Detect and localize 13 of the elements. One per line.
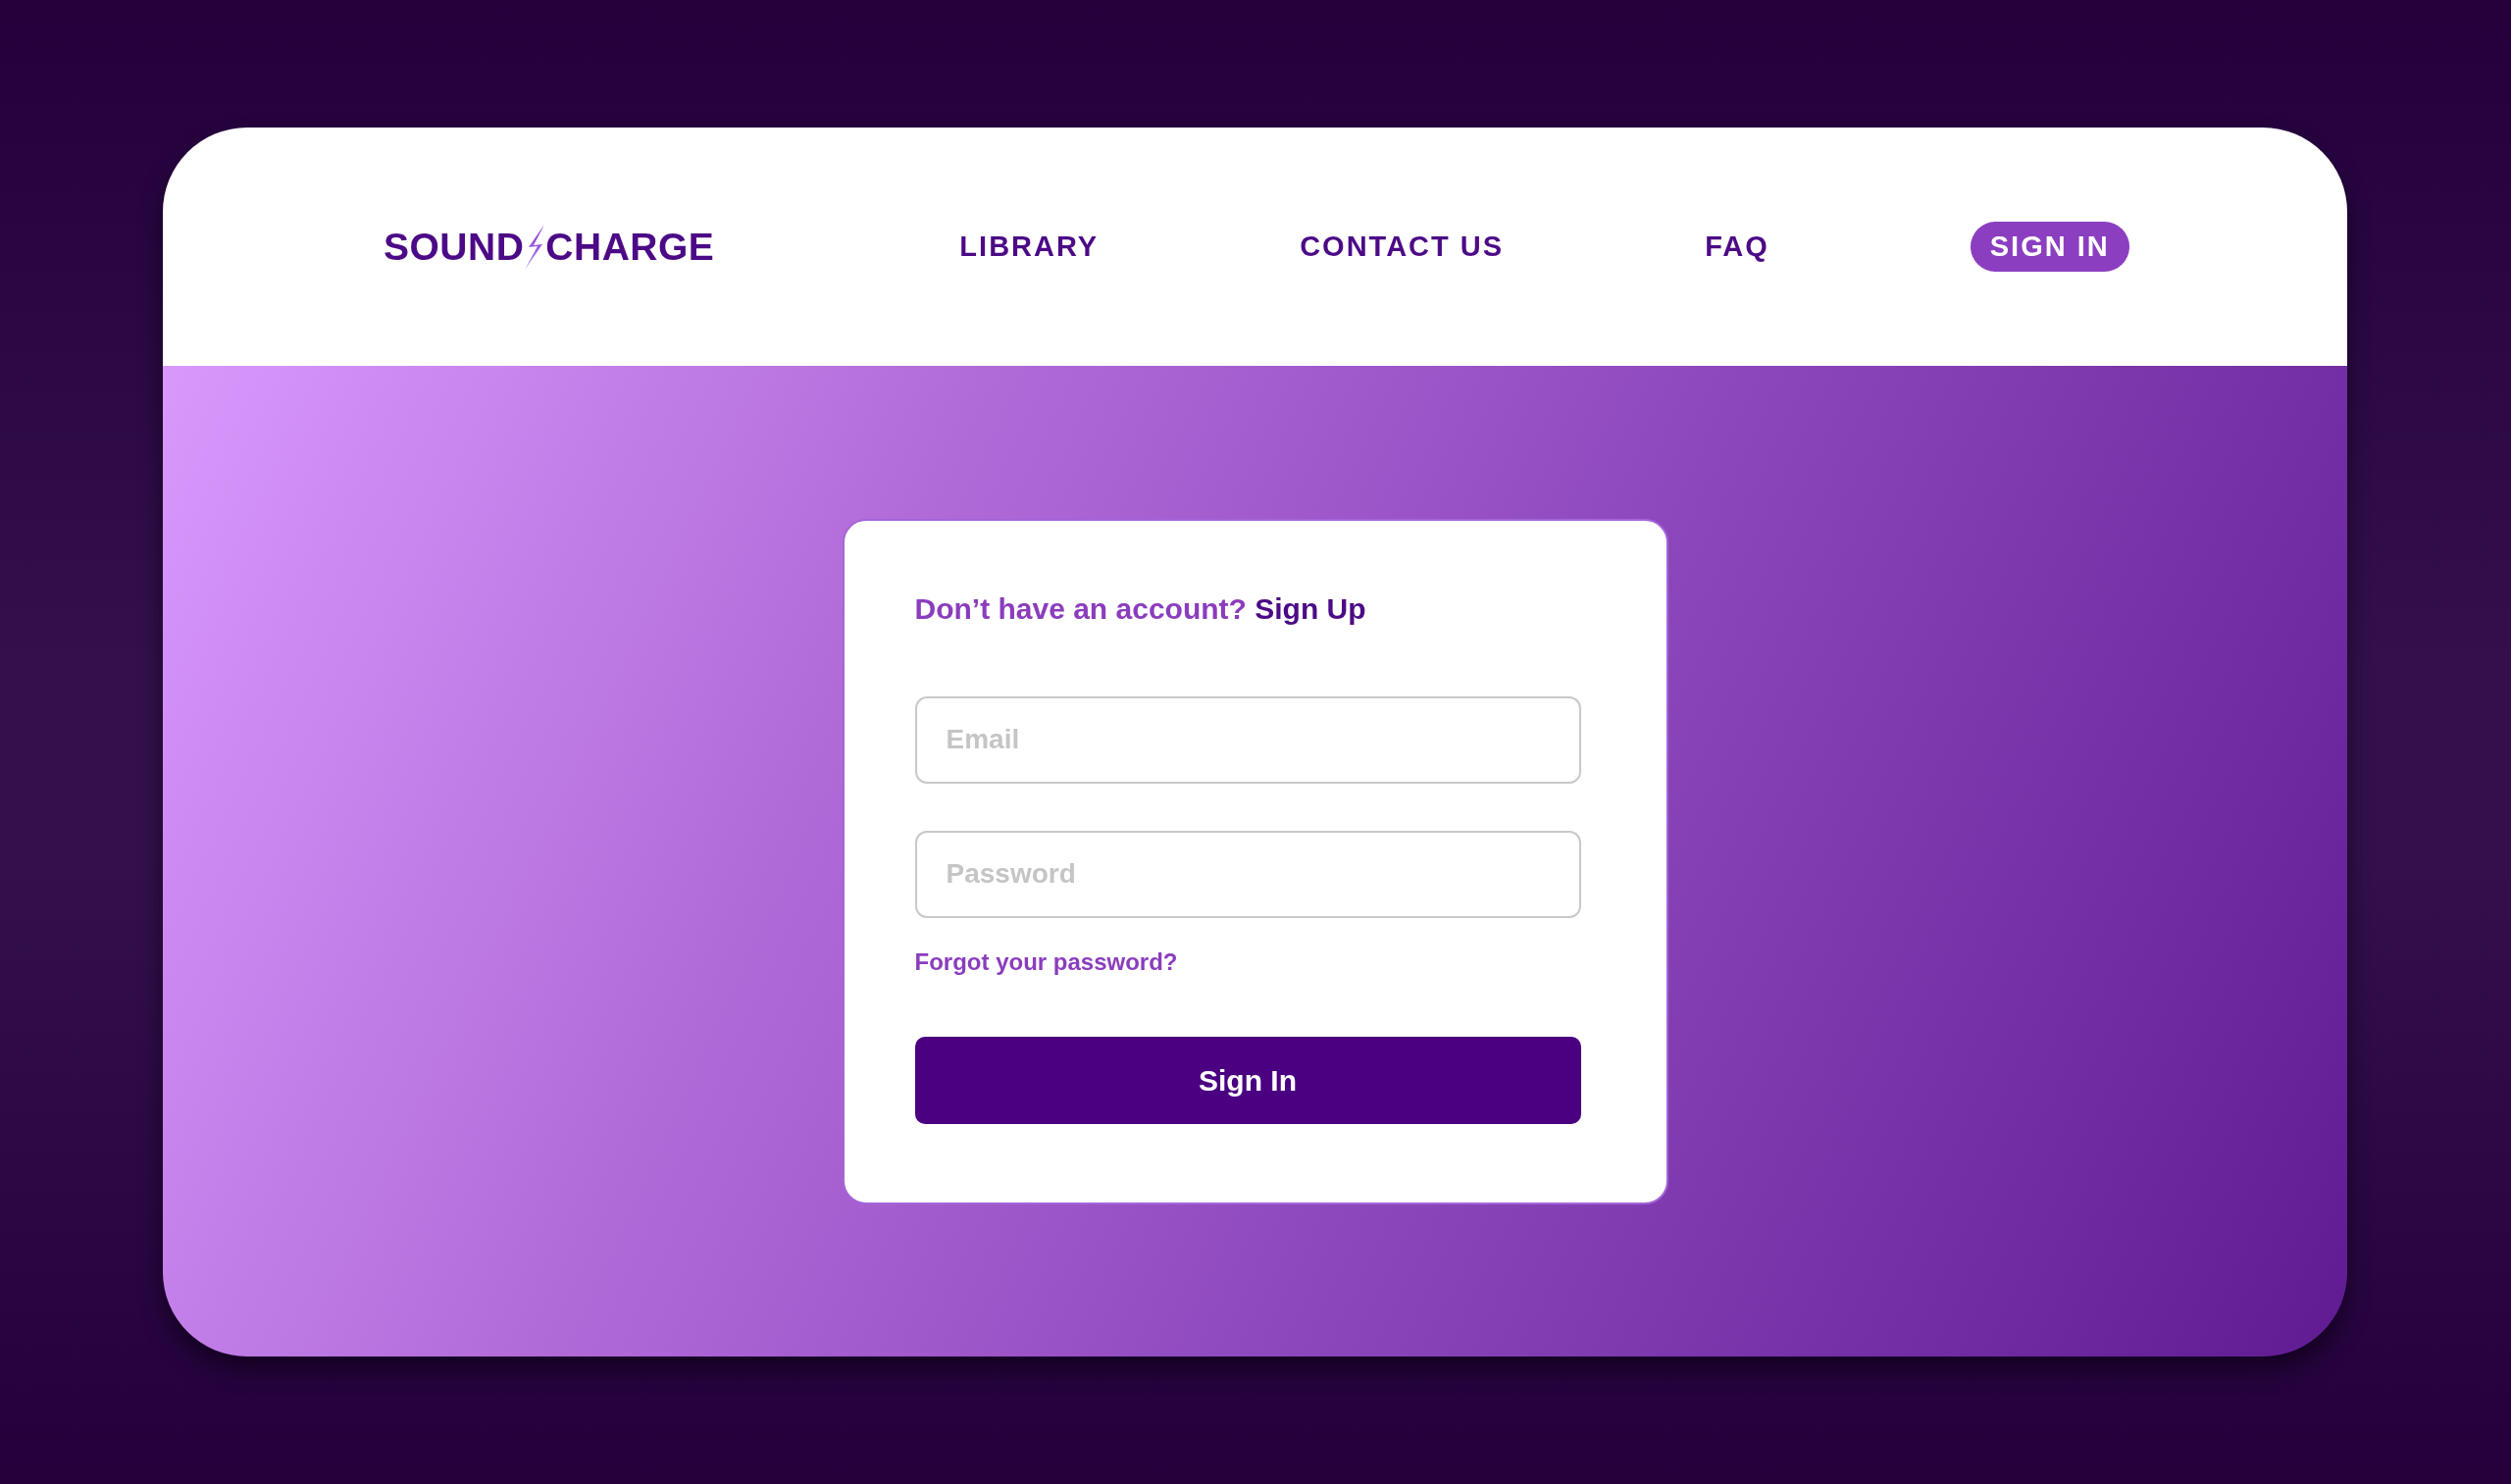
signup-prompt: Don’t have an account? Sign Up bbox=[914, 590, 1367, 627]
sign-in-button[interactable]: SIGN IN bbox=[1970, 222, 2129, 272]
nav-link[interactable]: CONTACT US bbox=[1300, 232, 1505, 261]
input-field[interactable]: Password bbox=[914, 830, 1581, 918]
sign-in-submit-button[interactable]: Sign In bbox=[914, 1036, 1581, 1124]
input-field[interactable]: Email bbox=[914, 695, 1581, 784]
nav-link[interactable]: FAQ bbox=[1705, 232, 1769, 261]
forgot-password-link[interactable]: Forgot your password? bbox=[914, 947, 1178, 977]
lightning-bolt-icon bbox=[525, 224, 545, 270]
sign-up-link[interactable]: Sign Up bbox=[1255, 591, 1366, 625]
logo-wordmark: SOUND bbox=[384, 228, 525, 266]
nav-link[interactable]: LIBRARY bbox=[959, 232, 1100, 261]
logo-wordmark: CHARGE bbox=[545, 228, 715, 266]
